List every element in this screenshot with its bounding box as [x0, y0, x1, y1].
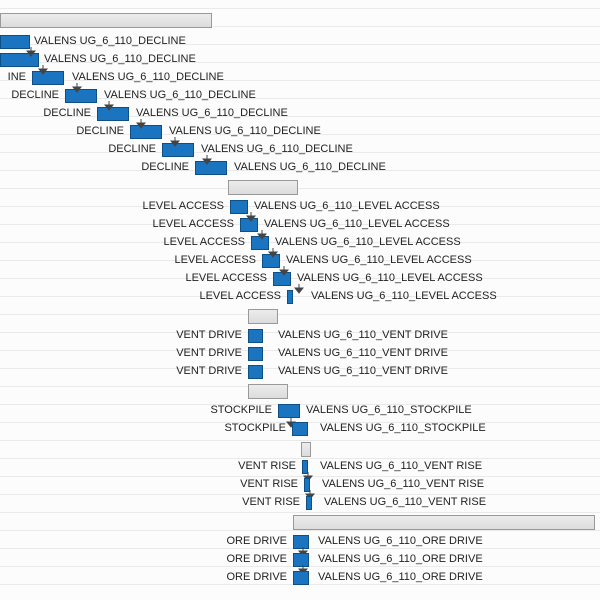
task-left-label: DECLINE [11, 87, 59, 103]
group-summary-bar[interactable] [293, 515, 595, 530]
task-right-label: VALENS UG_6_110_STOCKPILE [320, 420, 486, 436]
task-left-label: DECLINE [141, 159, 189, 175]
task-left-label: VENT DRIVE [176, 327, 242, 343]
task-left-label: ORE DRIVE [226, 533, 287, 549]
dependency-arrow-icon [38, 65, 48, 75]
grid-line [0, 8, 600, 9]
group-summary-bar[interactable] [0, 13, 212, 28]
task-right-label: VALENS UG_6_110_DECLINE [136, 105, 288, 121]
task-left-label: VENT RISE [242, 494, 300, 510]
grid-line [0, 296, 600, 297]
task-right-label: VALENS UG_6_110_DECLINE [104, 87, 256, 103]
task-left-label: LEVEL ACCESS [152, 216, 234, 232]
grid-line [0, 188, 600, 189]
dependency-arrow-icon [257, 230, 267, 240]
task-right-label: VALENS UG_6_110_STOCKPILE [306, 402, 472, 418]
task-left-label: DECLINE [76, 123, 124, 139]
grid-line [0, 404, 600, 405]
task-right-label: VALENS UG_6_110_LEVEL ACCESS [286, 252, 472, 268]
task-left-label: VENT DRIVE [176, 363, 242, 379]
task-bar[interactable] [248, 365, 263, 379]
dependency-arrow-icon [202, 155, 212, 165]
task-left-label: DECLINE [43, 105, 91, 121]
grid-line [0, 314, 600, 315]
dependency-arrow-icon [26, 47, 36, 57]
task-right-label: VALENS UG_6_110_LEVEL ACCESS [311, 288, 497, 304]
task-right-label: VALENS UG_6_110_DECLINE [201, 141, 353, 157]
task-right-label: VALENS UG_6_110_DECLINE [234, 159, 386, 175]
dependency-arrow-icon [268, 248, 278, 258]
task-left-label: DECLINE [108, 141, 156, 157]
task-bar[interactable] [130, 125, 162, 139]
task-left-label: STOCKPILE [224, 420, 286, 436]
dependency-arrow-icon [104, 101, 114, 111]
dependency-arrow-icon [279, 266, 289, 276]
task-right-label: VALENS UG_6_110_DECLINE [34, 33, 186, 49]
task-right-label: VALENS UG_6_110_VENT RISE [324, 494, 486, 510]
dependency-arrow-icon [170, 137, 180, 147]
task-right-label: VALENS UG_6_110_LEVEL ACCESS [275, 234, 461, 250]
dependency-arrow-icon [246, 212, 256, 222]
task-right-label: VALENS UG_6_110_VENT DRIVE [278, 363, 448, 379]
grid-line [0, 386, 600, 387]
grid-line [0, 530, 600, 531]
task-left-label: LEVEL ACCESS [199, 288, 281, 304]
task-left-label: LEVEL ACCESS [185, 270, 267, 286]
dependency-arrow-icon [294, 284, 304, 294]
grid-line [0, 458, 600, 459]
task-bar[interactable] [248, 329, 263, 343]
task-left-label: ORE DRIVE [226, 551, 287, 567]
task-bar[interactable] [306, 496, 312, 510]
task-right-label: VALENS UG_6_110_LEVEL ACCESS [297, 270, 483, 286]
task-right-label: VALENS UG_6_110_VENT DRIVE [278, 345, 448, 361]
task-right-label: VALENS UG_6_110_LEVEL ACCESS [264, 216, 450, 232]
task-left-label: ORE DRIVE [226, 569, 287, 585]
task-bar[interactable] [32, 71, 64, 85]
task-bar[interactable] [248, 347, 263, 361]
task-right-label: VALENS UG_6_110_DECLINE [169, 123, 321, 139]
task-right-label: VALENS UG_6_110_ORE DRIVE [318, 551, 483, 567]
grid-line [0, 476, 600, 477]
task-right-label: VALENS UG_6_110_ORE DRIVE [318, 533, 483, 549]
task-left-label: INE [8, 69, 26, 85]
task-right-label: VALENS UG_6_110_LEVEL ACCESS [254, 198, 440, 214]
task-bar[interactable] [292, 422, 308, 436]
task-left-label: LEVEL ACCESS [142, 198, 224, 214]
task-left-label: VENT DRIVE [176, 345, 242, 361]
task-left-label: STOCKPILE [210, 402, 272, 418]
group-summary-bar[interactable] [248, 309, 278, 324]
task-right-label: VALENS UG_6_110_VENT DRIVE [278, 327, 448, 343]
group-summary-bar[interactable] [248, 384, 288, 399]
task-right-label: VALENS UG_6_110_DECLINE [72, 69, 224, 85]
gantt-canvas: { "rows": [ {"group":"header","top":13,"… [0, 0, 600, 600]
task-right-label: VALENS UG_6_110_VENT RISE [320, 458, 482, 474]
grid-line [0, 512, 600, 513]
task-bar[interactable] [287, 290, 293, 304]
task-left-label: VENT RISE [240, 476, 298, 492]
group-summary-bar[interactable] [228, 180, 298, 195]
dependency-arrow-icon [136, 119, 146, 129]
task-right-label: VALENS UG_6_110_DECLINE [44, 51, 196, 67]
dependency-arrow-icon [72, 83, 82, 93]
grid-line [0, 440, 600, 441]
task-right-label: VALENS UG_6_110_VENT RISE [322, 476, 484, 492]
group-summary-bar[interactable] [301, 442, 311, 457]
task-bar[interactable] [293, 571, 309, 585]
grid-line [0, 494, 600, 495]
task-left-label: VENT RISE [238, 458, 296, 474]
task-bar[interactable] [278, 404, 300, 418]
task-left-label: LEVEL ACCESS [174, 252, 256, 268]
task-left-label: LEVEL ACCESS [163, 234, 245, 250]
task-right-label: VALENS UG_6_110_ORE DRIVE [318, 569, 483, 585]
